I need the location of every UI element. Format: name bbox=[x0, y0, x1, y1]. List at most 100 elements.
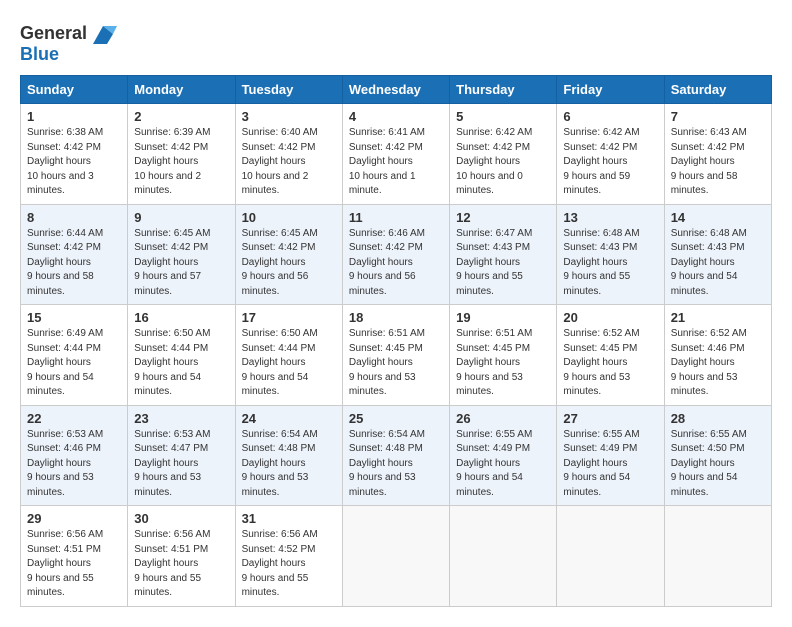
day-number: 23 bbox=[134, 411, 228, 426]
calendar-cell: 28 Sunrise: 6:55 AMSunset: 4:50 PMDaylig… bbox=[664, 405, 771, 506]
calendar-cell: 5 Sunrise: 6:42 AMSunset: 4:42 PMDayligh… bbox=[450, 104, 557, 205]
calendar-cell: 30 Sunrise: 6:56 AMSunset: 4:51 PMDaylig… bbox=[128, 506, 235, 607]
calendar-table: SundayMondayTuesdayWednesdayThursdayFrid… bbox=[20, 75, 772, 607]
calendar-cell: 27 Sunrise: 6:55 AMSunset: 4:49 PMDaylig… bbox=[557, 405, 664, 506]
cell-content: Sunrise: 6:44 AMSunset: 4:42 PMDaylight … bbox=[27, 228, 103, 297]
calendar-week-5: 29 Sunrise: 6:56 AMSunset: 4:51 PMDaylig… bbox=[21, 506, 772, 607]
calendar-cell: 12 Sunrise: 6:47 AMSunset: 4:43 PMDaylig… bbox=[450, 204, 557, 305]
day-number: 9 bbox=[134, 210, 228, 225]
day-number: 31 bbox=[242, 511, 336, 526]
calendar-header-sunday: Sunday bbox=[21, 76, 128, 104]
day-number: 22 bbox=[27, 411, 121, 426]
calendar-cell: 22 Sunrise: 6:53 AMSunset: 4:46 PMDaylig… bbox=[21, 405, 128, 506]
calendar-cell: 15 Sunrise: 6:49 AMSunset: 4:44 PMDaylig… bbox=[21, 305, 128, 406]
cell-content: Sunrise: 6:56 AMSunset: 4:51 PMDaylight … bbox=[134, 529, 210, 598]
calendar-cell bbox=[664, 506, 771, 607]
calendar-cell: 2 Sunrise: 6:39 AMSunset: 4:42 PMDayligh… bbox=[128, 104, 235, 205]
cell-content: Sunrise: 6:41 AMSunset: 4:42 PMDaylight … bbox=[349, 127, 425, 196]
calendar-cell: 25 Sunrise: 6:54 AMSunset: 4:48 PMDaylig… bbox=[342, 405, 449, 506]
day-number: 12 bbox=[456, 210, 550, 225]
cell-content: Sunrise: 6:50 AMSunset: 4:44 PMDaylight … bbox=[134, 328, 210, 397]
calendar-header-tuesday: Tuesday bbox=[235, 76, 342, 104]
day-number: 6 bbox=[563, 109, 657, 124]
cell-content: Sunrise: 6:38 AMSunset: 4:42 PMDaylight … bbox=[27, 127, 103, 196]
cell-content: Sunrise: 6:55 AMSunset: 4:50 PMDaylight … bbox=[671, 429, 747, 498]
calendar-header-wednesday: Wednesday bbox=[342, 76, 449, 104]
cell-content: Sunrise: 6:53 AMSunset: 4:47 PMDaylight … bbox=[134, 429, 210, 498]
calendar-header-saturday: Saturday bbox=[664, 76, 771, 104]
day-number: 10 bbox=[242, 210, 336, 225]
cell-content: Sunrise: 6:48 AMSunset: 4:43 PMDaylight … bbox=[671, 228, 747, 297]
calendar-cell: 31 Sunrise: 6:56 AMSunset: 4:52 PMDaylig… bbox=[235, 506, 342, 607]
calendar-cell: 8 Sunrise: 6:44 AMSunset: 4:42 PMDayligh… bbox=[21, 204, 128, 305]
calendar-week-1: 1 Sunrise: 6:38 AMSunset: 4:42 PMDayligh… bbox=[21, 104, 772, 205]
day-number: 8 bbox=[27, 210, 121, 225]
calendar-cell: 1 Sunrise: 6:38 AMSunset: 4:42 PMDayligh… bbox=[21, 104, 128, 205]
day-number: 28 bbox=[671, 411, 765, 426]
calendar-header-row: SundayMondayTuesdayWednesdayThursdayFrid… bbox=[21, 76, 772, 104]
day-number: 14 bbox=[671, 210, 765, 225]
cell-content: Sunrise: 6:42 AMSunset: 4:42 PMDaylight … bbox=[456, 127, 532, 196]
cell-content: Sunrise: 6:49 AMSunset: 4:44 PMDaylight … bbox=[27, 328, 103, 397]
day-number: 16 bbox=[134, 310, 228, 325]
calendar-cell: 24 Sunrise: 6:54 AMSunset: 4:48 PMDaylig… bbox=[235, 405, 342, 506]
cell-content: Sunrise: 6:51 AMSunset: 4:45 PMDaylight … bbox=[349, 328, 425, 397]
calendar-week-4: 22 Sunrise: 6:53 AMSunset: 4:46 PMDaylig… bbox=[21, 405, 772, 506]
calendar-cell: 17 Sunrise: 6:50 AMSunset: 4:44 PMDaylig… bbox=[235, 305, 342, 406]
calendar-cell: 14 Sunrise: 6:48 AMSunset: 4:43 PMDaylig… bbox=[664, 204, 771, 305]
cell-content: Sunrise: 6:55 AMSunset: 4:49 PMDaylight … bbox=[563, 429, 639, 498]
calendar-cell: 4 Sunrise: 6:41 AMSunset: 4:42 PMDayligh… bbox=[342, 104, 449, 205]
cell-content: Sunrise: 6:50 AMSunset: 4:44 PMDaylight … bbox=[242, 328, 318, 397]
day-number: 20 bbox=[563, 310, 657, 325]
calendar-cell bbox=[557, 506, 664, 607]
day-number: 18 bbox=[349, 310, 443, 325]
day-number: 15 bbox=[27, 310, 121, 325]
calendar-cell: 19 Sunrise: 6:51 AMSunset: 4:45 PMDaylig… bbox=[450, 305, 557, 406]
calendar-cell: 10 Sunrise: 6:45 AMSunset: 4:42 PMDaylig… bbox=[235, 204, 342, 305]
cell-content: Sunrise: 6:43 AMSunset: 4:42 PMDaylight … bbox=[671, 127, 747, 196]
cell-content: Sunrise: 6:53 AMSunset: 4:46 PMDaylight … bbox=[27, 429, 103, 498]
calendar-cell: 26 Sunrise: 6:55 AMSunset: 4:49 PMDaylig… bbox=[450, 405, 557, 506]
calendar-week-3: 15 Sunrise: 6:49 AMSunset: 4:44 PMDaylig… bbox=[21, 305, 772, 406]
cell-content: Sunrise: 6:42 AMSunset: 4:42 PMDaylight … bbox=[563, 127, 639, 196]
header: General Blue bbox=[20, 16, 772, 65]
day-number: 24 bbox=[242, 411, 336, 426]
calendar-cell: 29 Sunrise: 6:56 AMSunset: 4:51 PMDaylig… bbox=[21, 506, 128, 607]
calendar-cell: 11 Sunrise: 6:46 AMSunset: 4:42 PMDaylig… bbox=[342, 204, 449, 305]
cell-content: Sunrise: 6:55 AMSunset: 4:49 PMDaylight … bbox=[456, 429, 532, 498]
day-number: 27 bbox=[563, 411, 657, 426]
page: General Blue SundayMondayTuesdayWednesda… bbox=[0, 0, 792, 627]
day-number: 4 bbox=[349, 109, 443, 124]
day-number: 30 bbox=[134, 511, 228, 526]
day-number: 17 bbox=[242, 310, 336, 325]
calendar-cell: 3 Sunrise: 6:40 AMSunset: 4:42 PMDayligh… bbox=[235, 104, 342, 205]
calendar-cell: 21 Sunrise: 6:52 AMSunset: 4:46 PMDaylig… bbox=[664, 305, 771, 406]
day-number: 13 bbox=[563, 210, 657, 225]
cell-content: Sunrise: 6:52 AMSunset: 4:46 PMDaylight … bbox=[671, 328, 747, 397]
calendar-header-thursday: Thursday bbox=[450, 76, 557, 104]
cell-content: Sunrise: 6:52 AMSunset: 4:45 PMDaylight … bbox=[563, 328, 639, 397]
calendar-cell: 18 Sunrise: 6:51 AMSunset: 4:45 PMDaylig… bbox=[342, 305, 449, 406]
cell-content: Sunrise: 6:48 AMSunset: 4:43 PMDaylight … bbox=[563, 228, 639, 297]
calendar-header-monday: Monday bbox=[128, 76, 235, 104]
calendar-cell bbox=[450, 506, 557, 607]
day-number: 21 bbox=[671, 310, 765, 325]
cell-content: Sunrise: 6:40 AMSunset: 4:42 PMDaylight … bbox=[242, 127, 318, 196]
day-number: 19 bbox=[456, 310, 550, 325]
cell-content: Sunrise: 6:39 AMSunset: 4:42 PMDaylight … bbox=[134, 127, 210, 196]
calendar-cell: 6 Sunrise: 6:42 AMSunset: 4:42 PMDayligh… bbox=[557, 104, 664, 205]
day-number: 25 bbox=[349, 411, 443, 426]
logo-text: General bbox=[20, 24, 87, 44]
day-number: 29 bbox=[27, 511, 121, 526]
cell-content: Sunrise: 6:46 AMSunset: 4:42 PMDaylight … bbox=[349, 228, 425, 297]
cell-content: Sunrise: 6:47 AMSunset: 4:43 PMDaylight … bbox=[456, 228, 532, 297]
day-number: 3 bbox=[242, 109, 336, 124]
cell-content: Sunrise: 6:54 AMSunset: 4:48 PMDaylight … bbox=[349, 429, 425, 498]
calendar-cell: 7 Sunrise: 6:43 AMSunset: 4:42 PMDayligh… bbox=[664, 104, 771, 205]
calendar-header-friday: Friday bbox=[557, 76, 664, 104]
day-number: 26 bbox=[456, 411, 550, 426]
logo: General Blue bbox=[20, 20, 119, 65]
cell-content: Sunrise: 6:45 AMSunset: 4:42 PMDaylight … bbox=[242, 228, 318, 297]
cell-content: Sunrise: 6:56 AMSunset: 4:51 PMDaylight … bbox=[27, 529, 103, 598]
day-number: 5 bbox=[456, 109, 550, 124]
